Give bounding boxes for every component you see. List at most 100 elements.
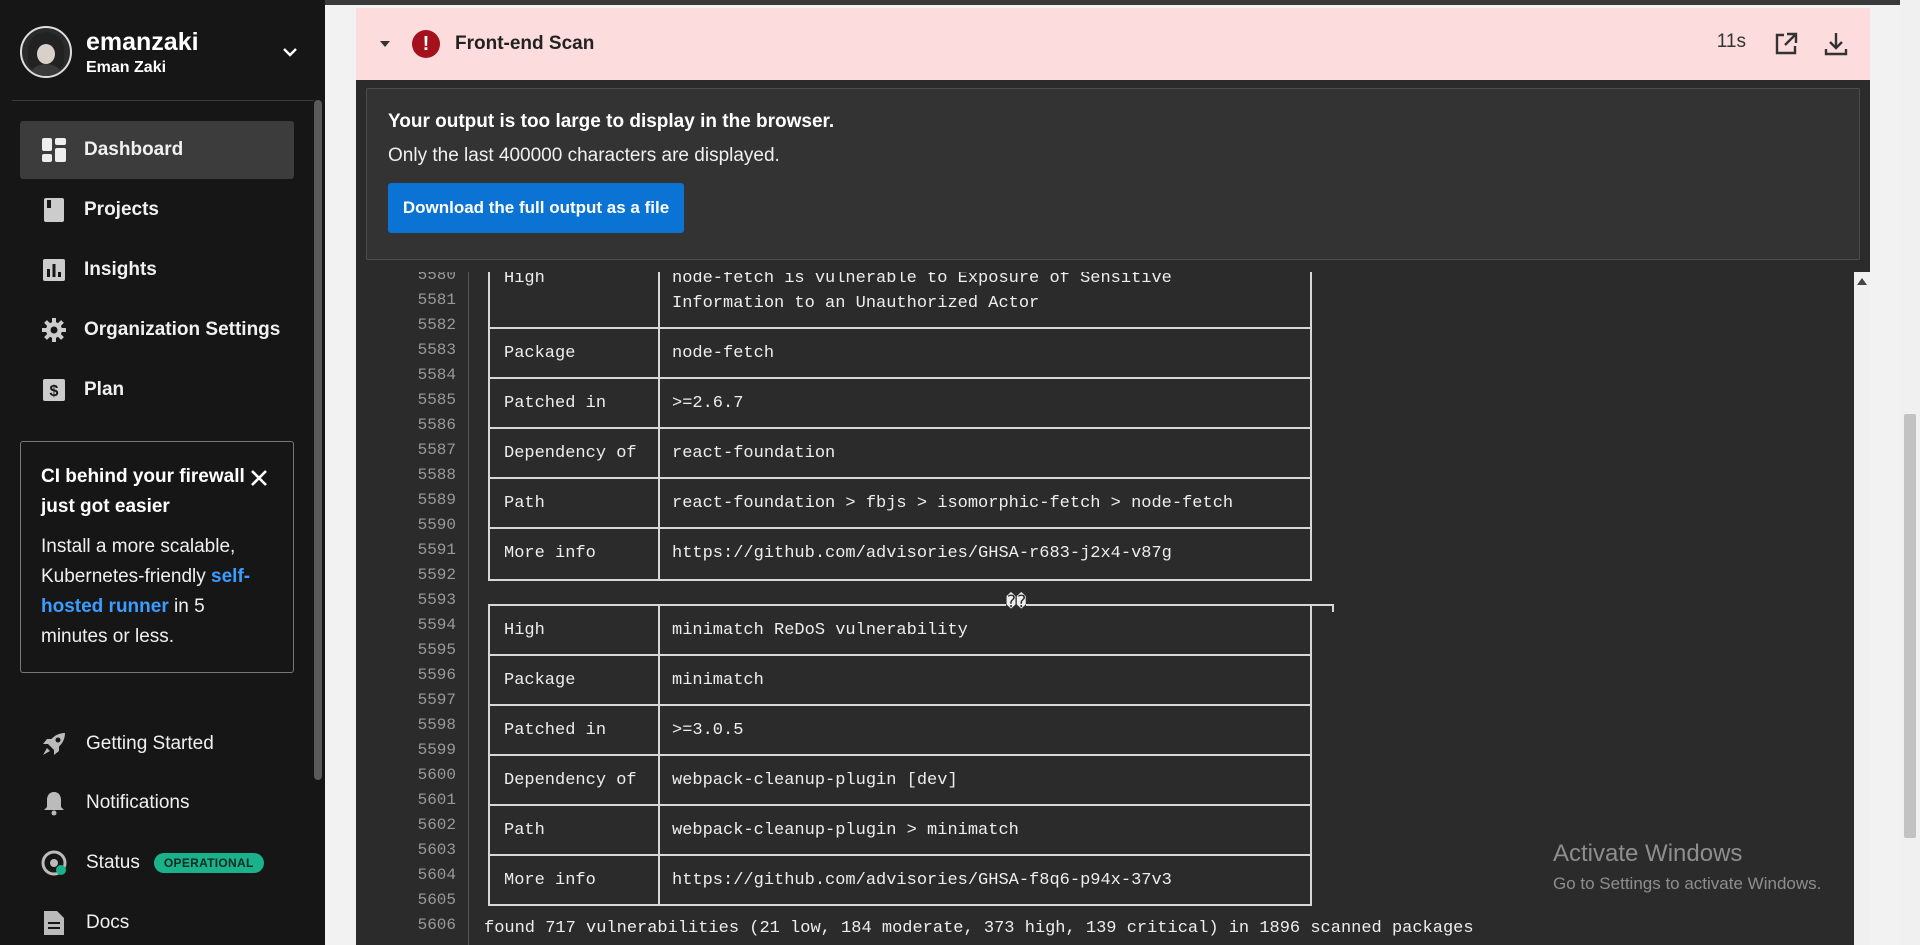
line-number: 5582 — [417, 316, 456, 334]
page-scrollbar[interactable] — [1900, 0, 1920, 945]
avatar — [20, 26, 72, 78]
error-icon: ! — [412, 30, 440, 58]
sidebar-item-insights[interactable]: Insights — [20, 241, 294, 299]
line-number: 5599 — [417, 741, 456, 759]
scan-summary: found 717 vulnerabilities (21 low, 184 m… — [484, 919, 1474, 938]
line-number: 5603 — [417, 841, 456, 859]
chevron-down-icon[interactable] — [282, 44, 298, 60]
table-value-cell: https://github.com/advisories/GHSA-f8q6-… — [672, 871, 1172, 890]
gear-icon — [40, 316, 68, 344]
sidebar-scrollbar[interactable] — [314, 100, 322, 780]
line-number: 5605 — [417, 891, 456, 909]
sidebar-item-plan[interactable]: $ Plan — [20, 361, 294, 419]
table-value-cell: minimatch ReDoS vulnerability — [672, 621, 968, 640]
line-number: 5606 — [417, 916, 456, 934]
sidebar-item-label: Notifications — [86, 792, 190, 813]
book-icon — [40, 196, 68, 224]
download-full-output-button[interactable]: Download the full output as a file — [388, 183, 684, 233]
sidebar-item-organization-settings[interactable]: Organization Settings — [20, 301, 294, 359]
sidebar-item-label: Projects — [84, 199, 159, 220]
close-icon[interactable] — [249, 468, 269, 488]
vulnerability-table: High minimatch ReDoS vulnerability Package… — [488, 604, 1312, 906]
sidebar-item-label: Docs — [86, 912, 130, 933]
line-number: 5587 — [417, 441, 456, 459]
user-handle: emanzaki — [86, 28, 199, 56]
table-key-cell: Path — [504, 821, 545, 840]
table-value-cell: react-foundation > fbjs > isomorphic-fet… — [672, 494, 1234, 513]
line-number: 5593 — [417, 591, 456, 609]
line-number: 5580 — [417, 272, 456, 284]
table-key-cell: Dependency of — [504, 444, 637, 463]
status-icon — [40, 849, 68, 877]
sidebar-item-dashboard[interactable]: Dashboard — [20, 121, 294, 179]
line-number: 5581 — [417, 291, 456, 309]
line-number: 5595 — [417, 641, 456, 659]
user-switcher[interactable]: emanzaki Eman Zaki — [20, 24, 310, 80]
bar-chart-icon — [40, 256, 68, 284]
sidebar-item-label: Dashboard — [84, 139, 184, 160]
line-number: 5601 — [417, 791, 456, 809]
table-value-cell: webpack-cleanup-plugin [dev] — [672, 771, 958, 790]
dollar-icon: $ — [40, 376, 68, 404]
sidebar-item-label: Getting Started — [86, 733, 214, 754]
table-border-fragment — [1332, 604, 1334, 612]
line-number: 5586 — [417, 416, 456, 434]
line-number: 5591 — [417, 541, 456, 559]
table-key-cell: High — [504, 272, 545, 288]
table-key-cell: Dependency of — [504, 771, 637, 790]
sidebar-item-projects[interactable]: Projects — [20, 181, 294, 239]
table-value-cell: minimatch — [672, 671, 764, 690]
table-value-cell: >=2.6.7 — [672, 394, 744, 413]
table-key-cell: Patched in — [504, 394, 607, 413]
line-number: 5590 — [417, 516, 456, 534]
watermark-title: Activate Windows — [1553, 840, 1743, 867]
table-key-cell: Path — [504, 494, 545, 513]
document-icon — [40, 909, 68, 937]
job-header[interactable]: ! Front-end Scan 11s — [356, 8, 1870, 80]
collapse-caret-icon[interactable] — [378, 37, 392, 51]
status-badge: OPERATIONAL — [153, 853, 264, 873]
line-number: 5600 — [417, 766, 456, 784]
line-number: 5585 — [417, 391, 456, 409]
job-duration: 11s — [1716, 31, 1746, 52]
line-number: 5598 — [417, 716, 456, 734]
download-icon[interactable] — [1822, 30, 1850, 58]
promo-body: Install a more scalable, Kubernetes-frie… — [41, 532, 273, 652]
sidebar-item-label: Organization Settings — [84, 319, 281, 340]
svg-text:$: $ — [50, 383, 59, 400]
sidebar: emanzaki Eman Zaki Dashboard Projects In… — [0, 0, 325, 945]
table-value-cell: https://github.com/advisories/GHSA-r683-… — [672, 544, 1172, 563]
log-scrollbar[interactable] — [1854, 272, 1870, 945]
dashboard-icon — [40, 136, 68, 164]
notice-subtitle: Only the last 400000 characters are disp… — [388, 145, 780, 166]
line-number: 5592 — [417, 566, 456, 584]
app-window: emanzaki Eman Zaki Dashboard Projects In… — [0, 0, 1920, 945]
notice-title: Your output is too large to display in t… — [388, 111, 835, 132]
table-value-cell: react-foundation — [672, 444, 836, 463]
line-number: 5583 — [417, 341, 456, 359]
bell-icon — [40, 789, 68, 817]
open-external-icon[interactable] — [1772, 30, 1800, 58]
table-value-cell: node-fetch — [672, 344, 775, 363]
sidebar-item-status[interactable]: Status OPERATIONAL — [40, 845, 264, 881]
page-scrollbar-thumb[interactable] — [1904, 414, 1916, 838]
table-border-fragment — [1312, 604, 1334, 606]
sidebar-divider — [12, 100, 314, 101]
line-number: 5594 — [417, 616, 456, 634]
top-bar — [325, 0, 1920, 5]
garbled-glyph: �� — [1006, 591, 1027, 616]
sidebar-item-label: Status — [86, 852, 140, 873]
table-value-cell: >=3.0.5 — [672, 721, 744, 740]
sidebar-item-docs[interactable]: Docs — [40, 905, 129, 941]
line-number: 5589 — [417, 491, 456, 509]
promo-body-text: Install a more scalable, Kubernetes-frie… — [41, 536, 236, 587]
sidebar-item-notifications[interactable]: Notifications — [40, 785, 190, 821]
table-value-cell: node-fetch is vulnerable to Exposure of … — [672, 272, 1172, 313]
user-full-name: Eman Zaki — [86, 59, 167, 76]
job-title: Front-end Scan — [455, 33, 595, 54]
line-number: 5604 — [417, 866, 456, 884]
sidebar-item-getting-started[interactable]: Getting Started — [40, 726, 214, 762]
promo-card: CI behind your firewall just got easier … — [20, 441, 294, 673]
watermark-subtitle: Go to Settings to activate Windows. — [1553, 874, 1822, 893]
table-value-cell: webpack-cleanup-plugin > minimatch — [672, 821, 1019, 840]
